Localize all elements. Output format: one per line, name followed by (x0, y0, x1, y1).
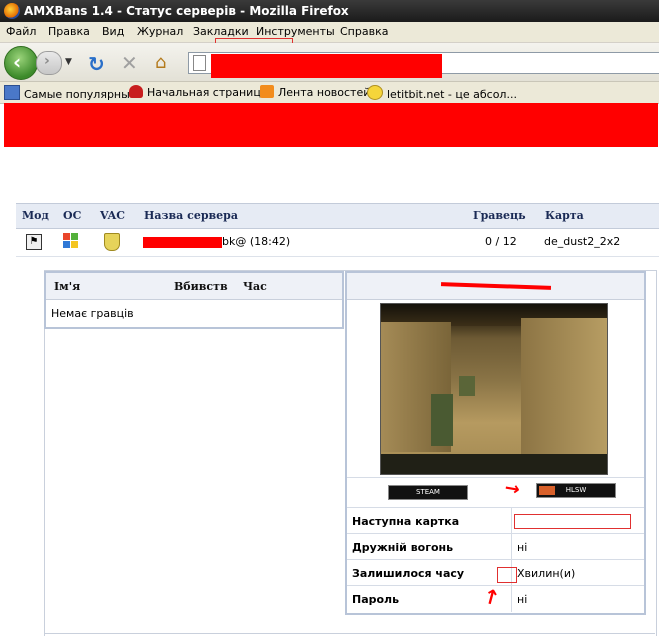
redhat-icon (129, 85, 143, 98)
panel-bottom-border (44, 633, 655, 634)
col-os: ОС (63, 209, 82, 222)
hlsw-connect-button[interactable]: HLSW (536, 483, 616, 498)
bookmark-folder-icon (4, 85, 20, 100)
redacted-url (211, 54, 442, 78)
reload-icon[interactable]: ↻ (88, 52, 105, 76)
friendly-fire-value: ні (517, 541, 528, 554)
annotation-box (514, 514, 631, 529)
info-row-time-left: Залишилося часу Хвилин(и) (347, 559, 644, 586)
player-count: 0 / 12 (485, 235, 517, 248)
col-kills: Вбивств (174, 280, 228, 293)
map-name: de_dust2_2x2 (544, 235, 621, 248)
bookmark-most-popular[interactable]: Самые популярные (4, 85, 137, 101)
col-time: Час (243, 280, 267, 293)
menu-history[interactable]: Журнал (137, 25, 183, 38)
col-player-name: Ім'я (54, 280, 81, 293)
redacted-banner (4, 103, 658, 147)
hlsw-icon (539, 486, 555, 495)
counter-strike-icon: ⚑ (26, 234, 42, 250)
menu-file[interactable]: Файл (6, 25, 36, 38)
players-header: Ім'я Вбивств Час (46, 273, 342, 300)
steam-connect-button[interactable]: STEAM (388, 485, 468, 500)
forward-arrow-icon: › (44, 53, 50, 69)
menu-edit[interactable]: Правка (48, 25, 90, 38)
server-info-panel: STEAM HLSW ↘ Наступна картка Дружній вог… (345, 271, 646, 615)
stop-icon[interactable]: ✕ (121, 51, 138, 75)
server-name-suffix[interactable]: bk@ (18:42) (222, 235, 290, 248)
map-preview-image (380, 303, 608, 475)
annotation-box (497, 567, 517, 583)
friendly-fire-label: Дружній вогонь (352, 541, 454, 554)
bookmark-letitbit[interactable]: letitbit.net - це абсол... (367, 85, 517, 101)
vac-shield-icon (104, 233, 120, 251)
menu-tools[interactable]: Инструменты (256, 25, 335, 38)
col-map: Карта (545, 209, 584, 222)
menu-view[interactable]: Вид (102, 25, 124, 38)
bookmark-start-page[interactable]: Начальная страница (129, 85, 268, 99)
server-address-header (347, 273, 644, 300)
smiley-icon (367, 85, 383, 100)
server-table-header: Мод ОС VAC Назва сервера Гравець Карта (16, 203, 659, 229)
info-row-friendly-fire: Дружній вогонь ні (347, 533, 644, 560)
no-players-text: Немає гравців (51, 307, 134, 320)
time-left-label: Залишилося часу (352, 567, 465, 580)
navigation-toolbar: ‹ › ▼ ↻ ✕ ⌂ (0, 43, 659, 82)
server-row[interactable]: ⚑ bk@ (18:42) 0 / 12 de_dust2_2x2 (16, 228, 659, 257)
menu-help[interactable]: Справка (340, 25, 388, 38)
history-dropdown-icon[interactable]: ▼ (65, 57, 72, 67)
bookmarks-toolbar: Самые популярные Начальная страница Лент… (0, 82, 659, 104)
window-title-bar: AMXBans 1.4 - Статус серверів - Mozilla … (0, 0, 659, 22)
col-mod: Мод (22, 209, 49, 222)
password-label: Пароль (352, 593, 400, 606)
col-server-name: Назва сервера (144, 209, 238, 222)
firefox-icon (4, 3, 20, 19)
col-players: Гравець (473, 209, 526, 222)
time-left-value: Хвилин(и) (517, 567, 576, 580)
bookmark-news-feed[interactable]: Лента новостей (260, 85, 370, 99)
windows-icon (63, 233, 79, 249)
col-vac: VAC (100, 209, 125, 222)
menu-bookmarks[interactable]: Закладки (193, 25, 249, 38)
password-value: ні (517, 593, 528, 606)
back-button[interactable]: ‹ (4, 46, 38, 80)
url-input[interactable] (188, 52, 659, 78)
home-icon[interactable]: ⌂ (155, 52, 166, 73)
rss-icon (260, 85, 274, 98)
menu-bar: Файл Правка Вид Журнал Закладки Инструме… (0, 22, 659, 43)
page-icon (193, 55, 206, 71)
forward-button[interactable]: › (36, 51, 62, 75)
back-arrow-icon: ‹ (13, 50, 22, 74)
next-map-label: Наступна картка (352, 515, 460, 528)
info-row-next-map: Наступна картка (347, 507, 644, 534)
players-panel: Ім'я Вбивств Час Немає гравців (44, 271, 344, 329)
redacted-server-name (143, 237, 222, 248)
window-title: AMXBans 1.4 - Статус серверів - Mozilla … (24, 4, 349, 18)
redacted-server-address (440, 282, 552, 290)
